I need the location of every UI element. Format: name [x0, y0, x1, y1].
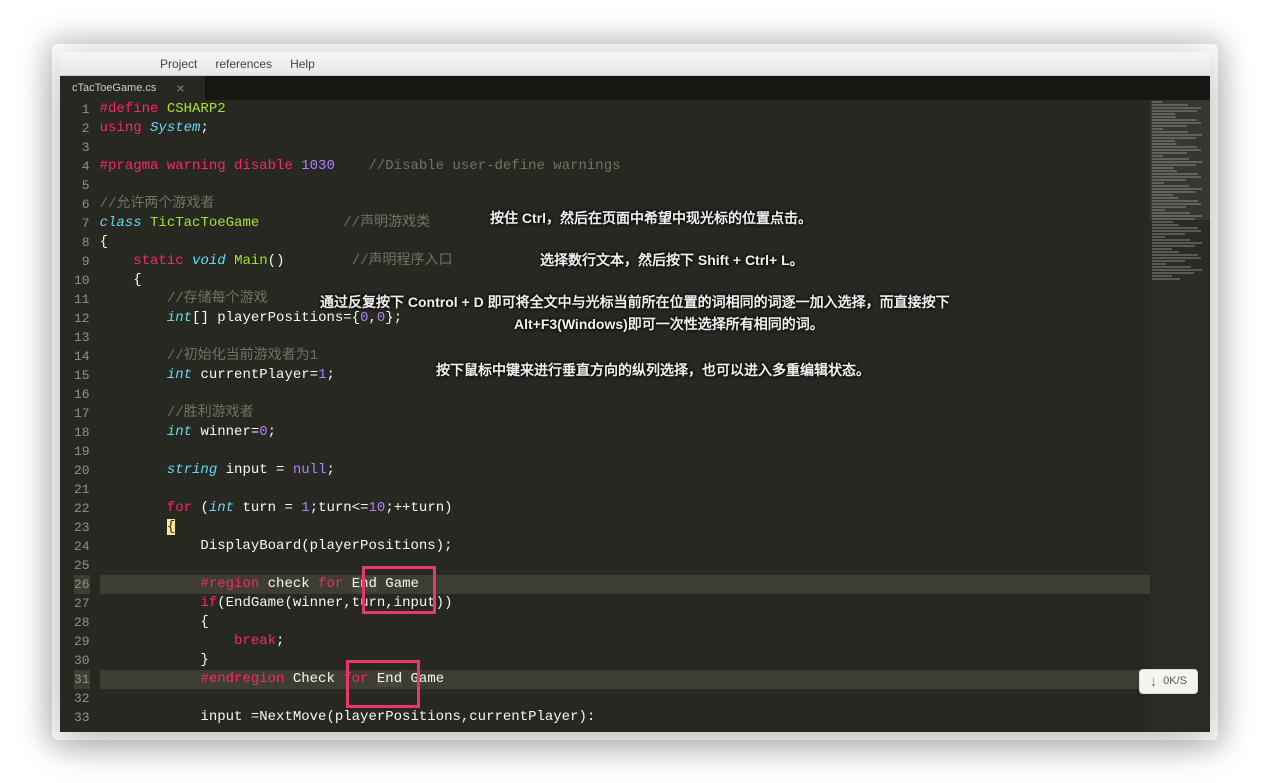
- code-line[interactable]: {: [100, 271, 1150, 290]
- code-line[interactable]: {: [100, 613, 1150, 632]
- line-number: 13: [74, 328, 90, 347]
- network-badge: ↓ 0K/S: [1139, 669, 1198, 694]
- download-arrow-icon: ↓: [1150, 672, 1157, 691]
- line-number: 25: [74, 556, 90, 575]
- line-number: 9: [74, 252, 90, 271]
- code-line[interactable]: if(EndGame(winner,turn,input)): [100, 594, 1150, 613]
- menu-help[interactable]: Help: [290, 57, 315, 71]
- line-number: 31: [74, 670, 90, 689]
- code-line[interactable]: [100, 328, 1150, 347]
- code-line[interactable]: class TicTacToeGame //声明游戏类: [100, 214, 1150, 233]
- code-line[interactable]: //胜利游戏者: [100, 404, 1150, 423]
- code-line[interactable]: for (int turn = 1;turn<=10;++turn): [100, 499, 1150, 518]
- line-number: 10: [74, 271, 90, 290]
- code-line[interactable]: int[] playerPositions={0,0};: [100, 309, 1150, 328]
- code-line[interactable]: //允许两个游戏者: [100, 195, 1150, 214]
- code-line[interactable]: [100, 556, 1150, 575]
- tab-strip: cTacToeGame.cs ×: [60, 76, 1210, 100]
- badge-text: 0K/S: [1163, 672, 1187, 691]
- line-number: 21: [74, 480, 90, 499]
- code-line[interactable]: DisplayBoard(playerPositions);: [100, 537, 1150, 556]
- code-line[interactable]: using System;: [100, 119, 1150, 138]
- line-number: 5: [74, 176, 90, 195]
- editor-window: Project references Help cTacToeGame.cs ×…: [60, 52, 1210, 732]
- code-line[interactable]: #endregion Check for End Game: [100, 670, 1150, 689]
- line-number: 28: [74, 613, 90, 632]
- code-line[interactable]: string input = null;: [100, 461, 1150, 480]
- line-number-gutter: 1234567891011121314151617181920212223242…: [60, 100, 100, 732]
- line-number: 19: [74, 442, 90, 461]
- line-number: 1: [74, 100, 90, 119]
- line-number: 33: [74, 708, 90, 727]
- line-number: 18: [74, 423, 90, 442]
- line-number: 6: [74, 195, 90, 214]
- line-number: 22: [74, 499, 90, 518]
- line-number: 7: [74, 214, 90, 233]
- code-line[interactable]: [100, 480, 1150, 499]
- line-number: 15: [74, 366, 90, 385]
- code-line[interactable]: [100, 176, 1150, 195]
- code-line[interactable]: int winner=0;: [100, 423, 1150, 442]
- line-number: 24: [74, 537, 90, 556]
- line-number: 30: [74, 651, 90, 670]
- minimap[interactable]: [1150, 100, 1210, 732]
- line-number: 14: [74, 347, 90, 366]
- menu-project[interactable]: Project: [160, 57, 197, 71]
- line-number: 4: [74, 157, 90, 176]
- code-line[interactable]: #define CSHARP2: [100, 100, 1150, 119]
- code-line[interactable]: break;: [100, 632, 1150, 651]
- line-number: 8: [74, 233, 90, 252]
- line-number: 17: [74, 404, 90, 423]
- line-number: 26: [74, 575, 90, 594]
- code-line[interactable]: int currentPlayer=1;: [100, 366, 1150, 385]
- line-number: 3: [74, 138, 90, 157]
- menu-references[interactable]: references: [215, 57, 272, 71]
- line-number: 20: [74, 461, 90, 480]
- code-line[interactable]: [100, 689, 1150, 708]
- tab-filename: cTacToeGame.cs: [72, 82, 156, 94]
- code-editor[interactable]: 1234567891011121314151617181920212223242…: [60, 100, 1210, 732]
- tab-file[interactable]: cTacToeGame.cs ×: [60, 76, 206, 100]
- line-number: 12: [74, 309, 90, 328]
- line-number: 16: [74, 385, 90, 404]
- code-line[interactable]: static void Main() //声明程序入口: [100, 252, 1150, 271]
- code-line[interactable]: input =NextMove(playerPositions,currentP…: [100, 708, 1150, 727]
- code-area[interactable]: #define CSHARP2using System; #pragma war…: [100, 100, 1150, 732]
- code-line[interactable]: #pragma warning disable 1030 //Disable u…: [100, 157, 1150, 176]
- close-icon[interactable]: ×: [176, 81, 184, 95]
- code-line[interactable]: [100, 138, 1150, 157]
- line-number: 29: [74, 632, 90, 651]
- line-number: 2: [74, 119, 90, 138]
- code-line[interactable]: {: [100, 518, 1150, 537]
- code-line[interactable]: //初始化当前游戏者为1: [100, 347, 1150, 366]
- code-line[interactable]: [100, 385, 1150, 404]
- code-line[interactable]: [100, 442, 1150, 461]
- menubar: Project references Help: [60, 52, 1210, 76]
- code-line[interactable]: //存储每个游戏: [100, 290, 1150, 309]
- line-number: 11: [74, 290, 90, 309]
- line-number: 32: [74, 689, 90, 708]
- code-line[interactable]: {: [100, 233, 1150, 252]
- line-number: 27: [74, 594, 90, 613]
- line-number: 23: [74, 518, 90, 537]
- code-line[interactable]: #region check for End Game: [100, 575, 1150, 594]
- code-line[interactable]: }: [100, 651, 1150, 670]
